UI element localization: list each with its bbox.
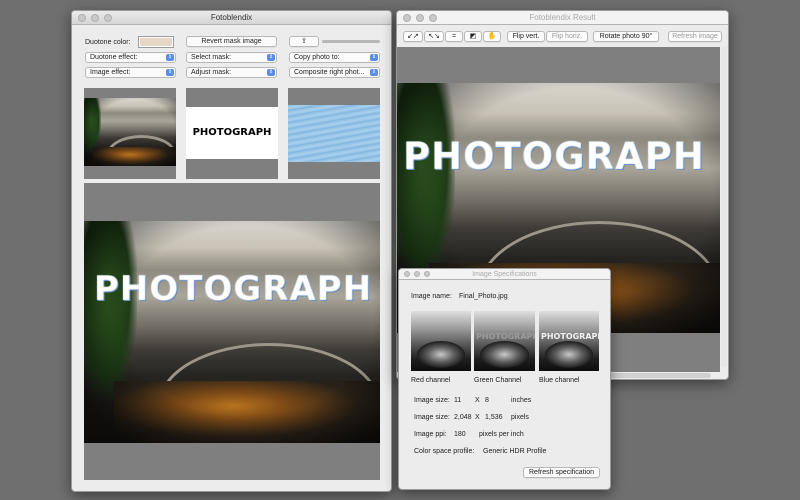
contrast-button[interactable]: ◩ — [464, 31, 482, 42]
image-ppi-label: Image ppi: — [414, 431, 447, 438]
equal-icon: = — [451, 33, 457, 40]
main-window-title: Fotoblendix — [210, 13, 253, 22]
image-spec-window: Image Specifications Image name: Final_P… — [398, 268, 611, 490]
contrast-icon: ◩ — [469, 33, 477, 40]
red-channel-preview — [411, 311, 471, 371]
flip-horiz-button[interactable]: Flip horiz. — [546, 31, 588, 42]
spec-window-title: Image Specifications — [472, 271, 537, 278]
chevron-updown-icon: ⇕ — [166, 54, 174, 61]
main-window: Fotoblendix Duotone color: Revert mask i… — [71, 10, 392, 492]
size-separator: X — [475, 414, 480, 421]
copy-photo-select[interactable]: Copy photo to: ⇕ — [289, 52, 380, 63]
result-composite-text: PHOTOGRAPH — [403, 135, 705, 178]
close-window-button[interactable] — [404, 271, 410, 277]
minimize-window-button[interactable] — [416, 14, 424, 22]
image-name-value: Final_Photo.jpg — [459, 293, 508, 300]
composite-label: Composite right phot... — [294, 69, 365, 76]
image-name-label: Image name: — [411, 293, 452, 300]
image-size-inches-label: Image size: — [414, 397, 450, 404]
composite-preview-image: PHOTOGRAPH — [84, 221, 380, 443]
zoom-window-button[interactable] — [424, 271, 430, 277]
hand-icon: ✋ — [487, 33, 497, 40]
image-width-pixels: 2,048 — [454, 414, 472, 421]
composite-preview-well[interactable]: PHOTOGRAPH — [84, 183, 380, 480]
green-channel-text: PHOTOGRAPH — [476, 332, 535, 341]
select-mask-label: Select mask: — [191, 54, 232, 61]
duotone-color-label: Duotone color: — [85, 39, 131, 46]
size-separator: X — [475, 397, 480, 404]
composite-select[interactable]: Composite right phot... ⇕ — [289, 67, 380, 78]
share-icon: ⇪ — [301, 38, 307, 45]
select-mask-select[interactable]: Select mask: ⇕ — [186, 52, 277, 63]
minimize-window-button[interactable] — [91, 14, 99, 22]
refresh-specification-button[interactable]: Refresh specification — [523, 467, 600, 478]
mask-thumbnail: PHOTOGRAPH — [186, 107, 278, 159]
image-width-inches: 11 — [454, 397, 462, 404]
blue-channel-preview: PHOTOGRAPH — [539, 311, 599, 371]
duotone-color-well[interactable] — [138, 36, 174, 48]
image-size-pixels-label: Image size: — [414, 414, 450, 421]
revert-mask-button[interactable]: Revert mask image — [186, 36, 277, 47]
mask-text: PHOTOGRAPH — [192, 127, 272, 138]
photo-thumbnail — [84, 98, 176, 166]
window-controls — [404, 271, 430, 277]
shrink-icon: ↙↗ — [407, 33, 419, 40]
water-texture-thumbnail — [288, 105, 380, 162]
rotate-photo-button[interactable]: Rotate photo 90° — [593, 31, 659, 42]
share-button[interactable]: ⇪ — [289, 36, 319, 47]
texture-thumbnail-well[interactable] — [288, 88, 380, 179]
inches-unit: inches — [511, 397, 532, 404]
result-window-title: Fotoblendix Result — [529, 13, 596, 22]
copy-photo-label: Copy photo to: — [294, 54, 340, 61]
color-profile-value: Generic HDR Profile — [483, 448, 547, 455]
main-titlebar[interactable]: Fotoblendix — [72, 11, 391, 25]
pixels-unit: pixels — [511, 414, 529, 421]
window-controls — [78, 14, 112, 22]
adjust-mask-label: Adjust mask: — [191, 69, 232, 76]
chevron-updown-icon: ⇕ — [166, 69, 174, 76]
flip-vert-button[interactable]: Flip vert. — [507, 31, 545, 42]
green-channel-label: Green Channel — [474, 377, 522, 384]
shrink-button[interactable]: ↙↗ — [403, 31, 423, 42]
chevron-updown-icon: ⇕ — [370, 54, 378, 61]
blue-channel-text: PHOTOGRAPH — [541, 332, 599, 341]
image-height-inches: 8 — [485, 397, 489, 404]
chevron-updown-icon: ⇕ — [267, 54, 275, 61]
expand-icon: ↖↘ — [428, 33, 440, 40]
blue-channel-label: Blue channel — [539, 377, 580, 384]
adjust-mask-select[interactable]: Adjust mask: ⇕ — [186, 67, 277, 78]
chevron-updown-icon: ⇕ — [370, 69, 378, 76]
vertical-scrollbar[interactable] — [721, 47, 727, 367]
image-effect-select[interactable]: Image effect: ⇕ — [85, 67, 176, 78]
mask-thumbnail-well[interactable]: PHOTOGRAPH — [186, 88, 278, 179]
actual-size-button[interactable]: = — [445, 31, 463, 42]
image-ppi-value: 180 — [454, 431, 466, 438]
hand-tool-button[interactable]: ✋ — [483, 31, 501, 42]
zoom-window-button[interactable] — [429, 14, 437, 22]
chevron-updown-icon: ⇕ — [267, 69, 275, 76]
zoom-window-button[interactable] — [104, 14, 112, 22]
horizontal-scrollbar[interactable] — [607, 373, 711, 378]
duotone-effect-select[interactable]: Duotone effect: ⇕ — [85, 52, 176, 63]
green-channel-preview: PHOTOGRAPH — [474, 311, 535, 371]
red-channel-label: Red channel — [411, 377, 451, 384]
refresh-image-button[interactable]: Refresh image — [668, 31, 722, 42]
expand-button[interactable]: ↖↘ — [424, 31, 444, 42]
minimize-window-button[interactable] — [414, 271, 420, 277]
opacity-slider[interactable] — [322, 40, 380, 43]
ppi-unit: pixels per inch — [479, 431, 524, 438]
duotone-effect-label: Duotone effect: — [90, 54, 138, 61]
spec-titlebar[interactable]: Image Specifications — [399, 269, 610, 280]
image-effect-label: Image effect: — [90, 69, 131, 76]
photo-thumbnail-well[interactable] — [84, 88, 176, 179]
close-window-button[interactable] — [403, 14, 411, 22]
result-titlebar[interactable]: Fotoblendix Result — [397, 11, 728, 25]
color-profile-label: Color space profile: — [414, 448, 475, 455]
image-height-pixels: 1,536 — [485, 414, 503, 421]
close-window-button[interactable] — [78, 14, 86, 22]
window-controls — [403, 14, 437, 22]
composite-preview-text: PHOTOGRAPH — [94, 269, 373, 309]
duotone-color-swatch — [140, 38, 172, 46]
